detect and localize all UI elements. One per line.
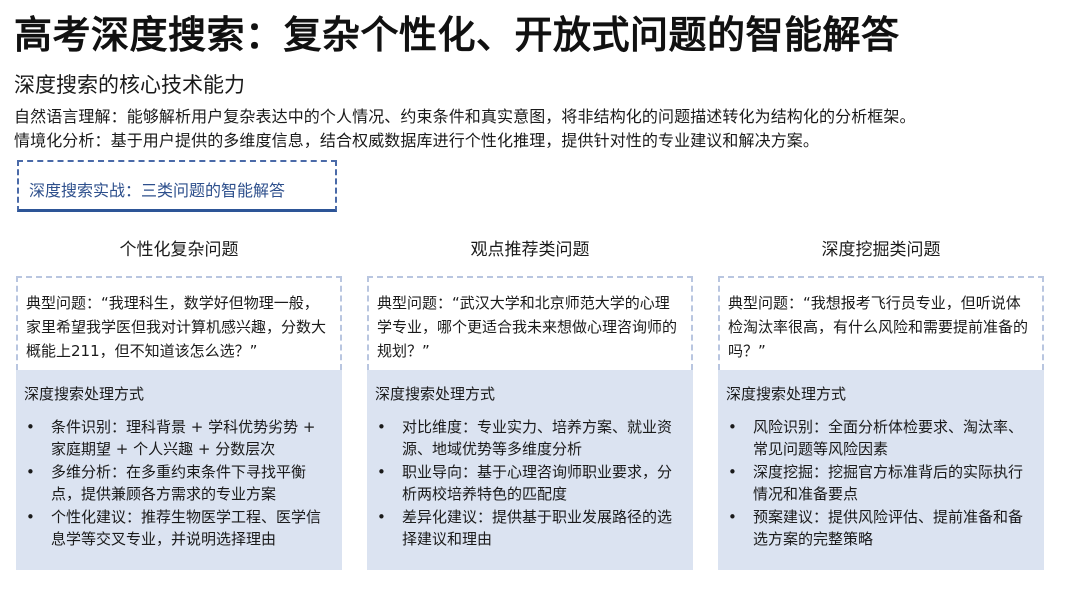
page-subtitle: 深度搜索的核心技术能力 <box>14 73 245 97</box>
process-list: • 条件识别：理科背景 + 学科优势劣势 + 家庭期望 + 个人兴趣 + 分数层次… <box>24 416 334 550</box>
list-item-text: 深度挖掘：挖掘官方标准背后的实际执行情况和准备要点 <box>753 463 1024 503</box>
bullet-icon: • <box>26 508 35 526</box>
bullet-icon: • <box>728 463 737 481</box>
capability-nlu: 自然语言理解：能够解析用户复杂表达中的个人情况、约束条件和真实意图，将非结构化的… <box>14 107 916 126</box>
bullet-icon: • <box>26 418 35 436</box>
question-box: 典型问题：“武汉大学和北京师范大学的心理学专业，哪个更适合我未来想做心理咨询师的… <box>367 276 693 370</box>
question-box: 典型问题：“我想报考飞行员专业，但听说体检淘汰率很高，有什么风险和需要提前准备的… <box>718 276 1044 370</box>
process-title: 深度搜索处理方式 <box>24 385 145 403</box>
process-title: 深度搜索处理方式 <box>726 385 847 403</box>
list-item: • 条件识别：理科背景 + 学科优势劣势 + 家庭期望 + 个人兴趣 + 分数层次 <box>24 416 334 460</box>
list-item: • 职业导向：基于心理咨询师职业要求，分析两校培养特色的匹配度 <box>375 461 685 505</box>
process-panel: 深度搜索处理方式 • 对比维度：专业实力、培养方案、就业资源、地域优势等多维度分析… <box>367 370 693 570</box>
list-item-text: 多维分析：在多重约束条件下寻找平衡点，提供兼顾各方需求的专业方案 <box>51 463 307 503</box>
capability-contextual-analysis: 情境化分析：基于用户提供的多维度信息，结合权威数据库进行个性化推理，提供针对性的… <box>14 131 820 150</box>
list-item-text: 风险识别：全面分析体检要求、淘汰率、常见问题等风险因素 <box>753 418 1024 458</box>
column-deep-mining: 深度挖掘类问题 典型问题：“我想报考飞行员专业，但听说体检淘汰率很高，有什么风险… <box>718 235 1044 570</box>
list-item: • 风险识别：全面分析体检要求、淘汰率、常见问题等风险因素 <box>726 416 1036 460</box>
list-item: • 对比维度：专业实力、培养方案、就业资源、地域优势等多维度分析 <box>375 416 685 460</box>
bullet-icon: • <box>377 418 386 436</box>
list-item: • 深度挖掘：挖掘官方标准背后的实际执行情况和准备要点 <box>726 461 1036 505</box>
list-item: • 预案建议：提供风险评估、提前准备和备选方案的完整策略 <box>726 506 1036 550</box>
typical-question: 典型问题：“武汉大学和北京师范大学的心理学专业，哪个更适合我未来想做心理咨询师的… <box>377 294 678 360</box>
process-panel: 深度搜索处理方式 • 风险识别：全面分析体检要求、淘汰率、常见问题等风险因素 • 深… <box>718 370 1044 570</box>
page-title: 高考深度搜索：复杂个性化、开放式问题的智能解答 <box>14 13 900 57</box>
column-personalized: 个性化复杂问题 典型问题：“我理科生，数学好但物理一般，家里希望我学医但我对计算… <box>16 235 342 570</box>
typical-question: 典型问题：“我理科生，数学好但物理一般，家里希望我学医但我对计算机感兴趣，分数大… <box>26 294 327 360</box>
section-heading-box: 深度搜索实战：三类问题的智能解答 <box>17 160 337 212</box>
column-recommendation: 观点推荐类问题 典型问题：“武汉大学和北京师范大学的心理学专业，哪个更适合我未来… <box>367 235 693 570</box>
list-item-text: 差异化建议：提供基于职业发展路径的选择建议和理由 <box>402 508 673 548</box>
list-item-text: 个性化建议：推荐生物医学工程、医学信息学等交叉专业，并说明选择理由 <box>51 508 322 548</box>
process-list: • 风险识别：全面分析体检要求、淘汰率、常见问题等风险因素 • 深度挖掘：挖掘官方标… <box>726 416 1036 550</box>
list-item: • 多维分析：在多重约束条件下寻找平衡点，提供兼顾各方需求的专业方案 <box>24 461 334 505</box>
bullet-icon: • <box>377 463 386 481</box>
typical-question: 典型问题：“我想报考飞行员专业，但听说体检淘汰率很高，有什么风险和需要提前准备的… <box>728 294 1029 360</box>
list-item-text: 条件识别：理科背景 + 学科优势劣势 + 家庭期望 + 个人兴趣 + 分数层次 <box>51 418 316 458</box>
process-list: • 对比维度：专业实力、培养方案、就业资源、地域优势等多维度分析 • 职业导向：基于… <box>375 416 685 550</box>
list-item-text: 预案建议：提供风险评估、提前准备和备选方案的完整策略 <box>753 508 1024 548</box>
section-heading: 深度搜索实战：三类问题的智能解答 <box>29 181 286 200</box>
question-box: 典型问题：“我理科生，数学好但物理一般，家里希望我学医但我对计算机感兴趣，分数大… <box>16 276 342 370</box>
column-title: 个性化复杂问题 <box>119 240 239 260</box>
list-item: • 差异化建议：提供基于职业发展路径的选择建议和理由 <box>375 506 685 550</box>
list-item-text: 职业导向：基于心理咨询师职业要求，分析两校培养特色的匹配度 <box>402 463 673 503</box>
column-title: 深度挖掘类问题 <box>821 240 941 260</box>
list-item: • 个性化建议：推荐生物医学工程、医学信息学等交叉专业，并说明选择理由 <box>24 506 334 550</box>
bullet-icon: • <box>728 508 737 526</box>
bullet-icon: • <box>728 418 737 436</box>
bullet-icon: • <box>377 508 386 526</box>
process-title: 深度搜索处理方式 <box>375 385 496 403</box>
bullet-icon: • <box>26 463 35 481</box>
process-panel: 深度搜索处理方式 • 条件识别：理科背景 + 学科优势劣势 + 家庭期望 + 个人… <box>16 370 342 570</box>
list-item-text: 对比维度：专业实力、培养方案、就业资源、地域优势等多维度分析 <box>402 418 673 458</box>
column-title: 观点推荐类问题 <box>470 240 590 260</box>
